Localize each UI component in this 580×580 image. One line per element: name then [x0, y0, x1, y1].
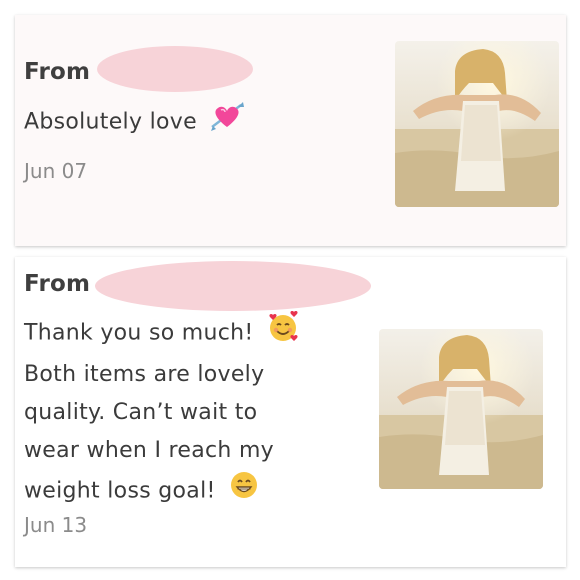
- message-text: Absolutely love: [24, 101, 245, 144]
- message-text: Thank you so much! Both items are lovely…: [24, 310, 299, 513]
- redacted-username: [97, 46, 253, 92]
- review-card: From Absolutely love Jun 07: [15, 15, 566, 246]
- message-line: wear when I reach my: [24, 438, 274, 463]
- product-photo[interactable]: [395, 41, 559, 207]
- message-line: weight loss goal!: [24, 478, 216, 504]
- message-line: Absolutely love: [24, 109, 197, 135]
- heart-with-arrow-icon: [210, 101, 245, 144]
- from-row: From: [24, 271, 90, 297]
- message-line: Both items are lovely: [24, 362, 265, 387]
- grinning-face-icon: [229, 470, 259, 513]
- redacted-username: [95, 261, 371, 311]
- message-line: quality. Can’t wait to: [24, 400, 258, 425]
- review-card: From Thank you so much! Both items are l…: [15, 257, 566, 567]
- message-line: Thank you so much!: [24, 320, 254, 346]
- from-row: From: [24, 59, 90, 85]
- smiling-face-with-hearts-icon: [267, 310, 299, 356]
- product-photo[interactable]: [379, 329, 543, 489]
- from-label: From: [24, 271, 91, 297]
- message-date: Jun 13: [24, 513, 88, 537]
- message-date: Jun 07: [24, 159, 88, 183]
- from-label: From: [24, 59, 91, 85]
